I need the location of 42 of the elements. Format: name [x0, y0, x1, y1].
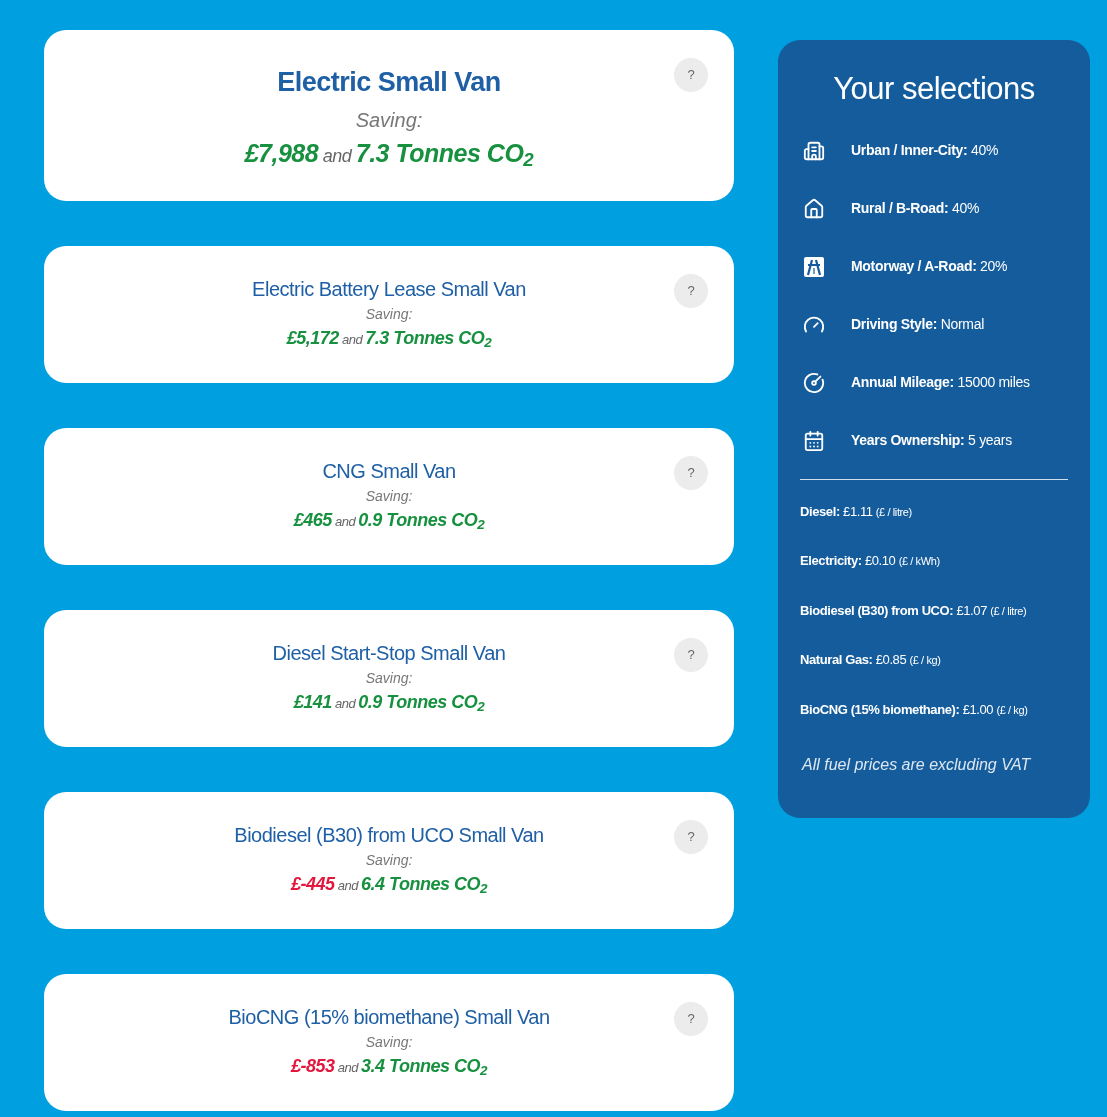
saving-value: £-853 and 3.4 Tonnes CO$_{2}$	[291, 1055, 487, 1080]
vat-note: All fuel prices are excluding VAT	[800, 755, 1032, 775]
help-button[interactable]: ?	[674, 456, 708, 490]
saving-label: Saving:	[365, 669, 413, 688]
help-button[interactable]: ?	[674, 58, 708, 92]
fuel-price: Diesel: £1.11 (£ / litre)	[800, 502, 913, 521]
fuel-price: Biodiesel (B30) from UCO: £1.07 (£ / litre)	[800, 601, 1028, 620]
help-button[interactable]: ?	[674, 638, 708, 672]
vehicle-name: Biodiesel (B30) from UCO Small Van	[234, 823, 544, 848]
selection-text: Driving Style: Normal	[851, 315, 984, 334]
saving-value: £5,172 and 7.3 Tonnes CO$_{2}$	[286, 327, 492, 352]
fuel-price: Natural Gas: £0.85 (£ / kg)	[800, 651, 942, 669]
selection-text: Urban / Inner-City: 40%	[851, 141, 999, 160]
selection-text: Annual Mileage: 15000 miles	[851, 373, 1030, 392]
selection-text: Rural / B-Road: 40%	[851, 199, 980, 218]
vehicle-name: CNG Small Van	[322, 459, 456, 484]
fuel-price: BioCNG (15% biomethane): £1.00 (£ / kg)	[800, 700, 1029, 719]
motorway-icon	[803, 255, 825, 278]
saving-value: £7,988 and 7.3 Tonnes CO$_{2}$	[244, 137, 534, 172]
calendar-icon	[803, 429, 825, 452]
house-icon	[803, 197, 825, 220]
panel-title: Your selections	[832, 70, 1036, 108]
building-icon	[803, 139, 825, 162]
speedometer-icon	[803, 371, 825, 394]
saving-label: Saving:	[355, 107, 423, 133]
vehicle-name: Electric Small Van	[277, 66, 501, 99]
saving-label: Saving:	[365, 851, 413, 870]
fuel-price: Electricity: £0.10 (£ / kWh)	[800, 552, 941, 570]
help-button[interactable]: ?	[674, 274, 708, 308]
selection-text: Motorway / A-Road: 20%	[851, 257, 1008, 276]
saving-value: £141 and 0.9 Tonnes CO$_{2}$	[293, 691, 485, 716]
selection-text: Years Ownership: 5 years	[851, 431, 1012, 450]
vehicle-name: Electric Battery Lease Small Van	[252, 277, 526, 302]
saving-value: £465 and 0.9 Tonnes CO$_{2}$	[293, 509, 485, 534]
help-button[interactable]: ?	[674, 820, 708, 854]
saving-label: Saving:	[365, 487, 413, 506]
saving-label: Saving:	[365, 305, 413, 324]
saving-label: Saving:	[365, 1033, 413, 1052]
vehicle-name: BioCNG (15% biomethane) Small Van	[228, 1005, 550, 1030]
vehicle-name: Diesel Start-Stop Small Van	[272, 641, 506, 666]
saving-value: £-445 and 6.4 Tonnes CO$_{2}$	[291, 873, 487, 898]
help-button[interactable]: ?	[674, 1002, 708, 1036]
